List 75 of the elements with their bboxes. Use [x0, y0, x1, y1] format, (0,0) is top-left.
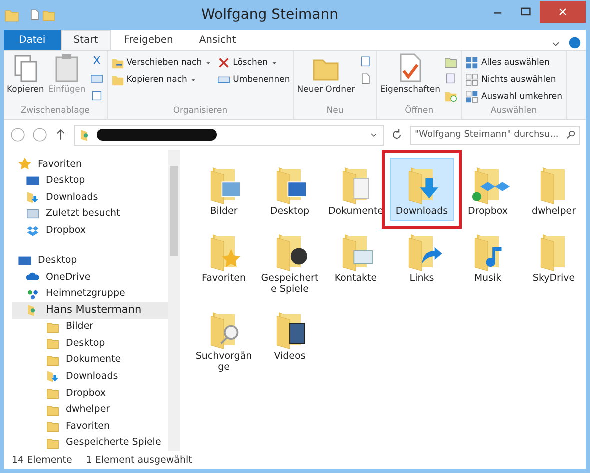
folder-item[interactable]: Videos: [258, 303, 322, 377]
ribbon-button[interactable]: Eigenschaften: [380, 53, 440, 106]
nav-item[interactable]: Favoriten: [12, 156, 168, 173]
ribbon-button[interactable]: Umbenennen: [217, 73, 290, 87]
nav-item[interactable]: Dropbox: [12, 222, 168, 239]
grid-icon: [465, 73, 480, 87]
nav-item[interactable]: Downloads: [12, 368, 168, 385]
folder-item[interactable]: Desktop: [258, 158, 322, 221]
group-label: Zwischenablage: [20, 106, 91, 118]
folder-item[interactable]: Favoriten: [192, 225, 256, 299]
ribbon-button[interactable]: Löschen: [217, 56, 290, 70]
folder-item[interactable]: Links: [390, 225, 454, 299]
search-icon: [565, 128, 577, 140]
nav-item[interactable]: Downloads: [12, 189, 168, 206]
up-arrow-icon[interactable]: [54, 128, 68, 142]
address-bar[interactable]: [74, 124, 384, 146]
nav-item[interactable]: OneDrive: [12, 268, 168, 286]
star-icon: [18, 157, 32, 172]
file-icon[interactable]: [28, 8, 42, 22]
selection-status: 1 Element ausgewählt: [86, 454, 192, 466]
group-label: Organisieren: [172, 106, 229, 118]
ribbon-tab[interactable]: Start: [60, 30, 112, 50]
ribbon-button[interactable]: Nichts auswählen: [465, 73, 563, 87]
window-title: Wolfgang Steimann: [200, 7, 340, 23]
folder-icon: [46, 369, 60, 384]
folder-item[interactable]: Kontakte: [324, 225, 388, 299]
nav-item[interactable]: dwhelper: [12, 401, 168, 418]
nav-item[interactable]: Dokumente: [12, 352, 168, 368]
nav-item[interactable]: Desktop: [12, 252, 168, 269]
nav-item[interactable]: Desktop: [12, 335, 168, 352]
folder-item[interactable]: Bilder: [192, 158, 256, 221]
nav-item[interactable]: Zuletzt besucht: [12, 206, 168, 222]
grid-icon: [465, 90, 480, 104]
search-field[interactable]: "Wolfgang Steimann" durchsu...: [410, 126, 580, 144]
ribbon-button[interactable]: Kopieren nach: [110, 73, 214, 87]
nav-item[interactable]: Bilder: [12, 318, 168, 336]
folder-item[interactable]: Downloads: [390, 158, 454, 221]
group-label: Auswählen: [490, 106, 538, 118]
nav-item[interactable]: Dropbox: [12, 384, 168, 402]
x-icon: [217, 56, 232, 70]
file-icon[interactable]: [90, 72, 104, 86]
folder-item[interactable]: Suchvorgänge: [192, 303, 256, 377]
ribbon-button[interactable]: Neuer Ordner: [297, 53, 356, 106]
folder-item[interactable]: Dropbox: [456, 158, 520, 221]
file-icon[interactable]: [90, 89, 104, 103]
folder-item[interactable]: SkyDrive: [522, 225, 586, 299]
folder-item[interactable]: Dokumente: [324, 158, 388, 221]
folder-icon: [46, 386, 60, 400]
group-label: Neu: [326, 106, 345, 118]
folder-icon: [42, 8, 56, 22]
folder-icon[interactable]: [444, 55, 458, 69]
nav-item[interactable]: Heimnetzgruppe: [12, 285, 168, 302]
file-icon: [26, 206, 40, 221]
nav-item[interactable]: Desktop: [12, 172, 168, 190]
nav-item[interactable]: Gespeicherte Spiele: [12, 434, 168, 451]
folder-item[interactable]: Gespeicherte Spiele: [258, 225, 322, 299]
maximize-icon[interactable]: [520, 6, 532, 18]
folder-icon: [46, 336, 60, 350]
folder-item[interactable]: dwhelper: [522, 158, 586, 221]
folder-icon: [46, 419, 60, 434]
group-label: Öffnen: [404, 106, 435, 118]
ribbon-button[interactable]: Alles auswählen: [465, 56, 563, 70]
ribbon-button[interactable]: Kopieren: [7, 53, 44, 106]
ribbon-button[interactable]: Verschieben nach: [110, 56, 214, 70]
ribbon-tab[interactable]: Datei: [4, 30, 61, 50]
folder-icon: [26, 190, 40, 204]
nav-item[interactable]: Hans Mustermann: [12, 302, 168, 319]
scrollbar[interactable]: [168, 150, 180, 451]
close-icon[interactable]: [557, 6, 569, 18]
nav-item[interactable]: Favoriten: [12, 418, 168, 434]
item-count: 14 Elemente: [12, 454, 72, 466]
refresh-icon[interactable]: [390, 128, 404, 142]
grid-icon: [465, 56, 480, 70]
folder-item[interactable]: Musik: [456, 225, 520, 299]
ribbon-button[interactable]: Auswahl umkehren: [465, 90, 563, 104]
